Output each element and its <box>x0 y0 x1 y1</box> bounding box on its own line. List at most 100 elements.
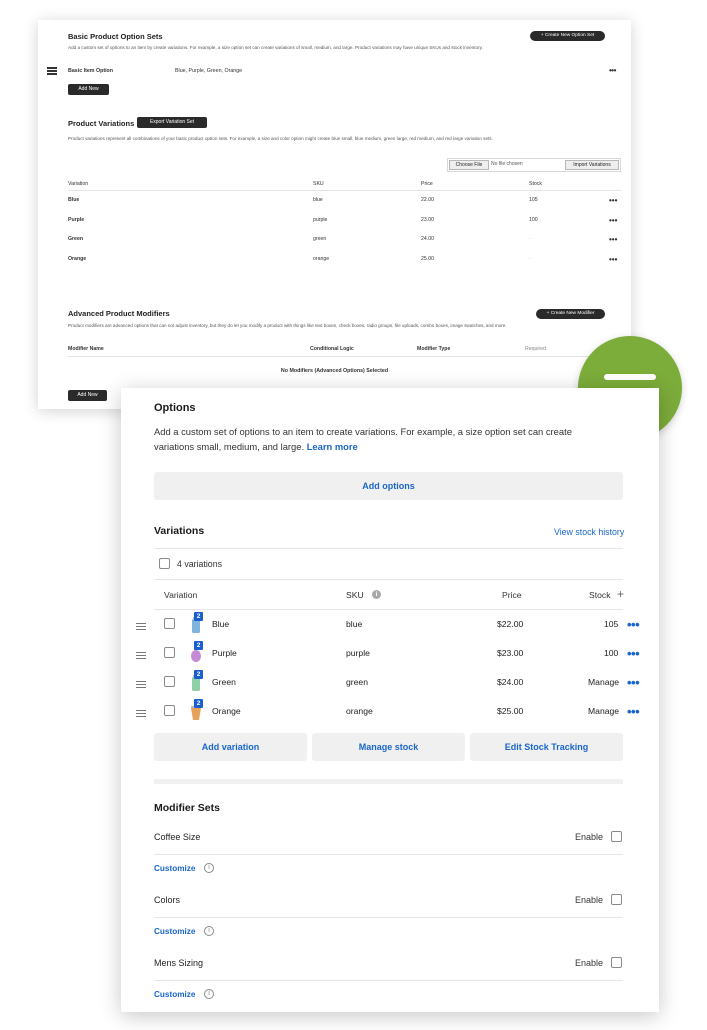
customize-link[interactable]: Customize <box>154 990 195 999</box>
variation-stock-link[interactable]: 100 <box>604 648 618 658</box>
variation-name: Orange <box>68 256 87 262</box>
variation-name-link[interactable]: Purple <box>212 648 237 658</box>
info-icon[interactable]: i <box>204 926 214 936</box>
variation-stock: - <box>529 236 531 242</box>
export-variation-set-button[interactable]: Export Variation Set <box>137 117 207 128</box>
import-variations-button[interactable]: Import Variations <box>565 160 619 170</box>
row-checkbox[interactable] <box>164 705 175 716</box>
table-row[interactable]: Purple purple 23.00 100 ••• <box>68 216 621 237</box>
customize-link[interactable]: Customize <box>154 864 195 873</box>
basic-option-sets-description: Add a custom set of options to an item b… <box>68 45 483 50</box>
create-modifier-button[interactable]: + Create New Modifier <box>536 309 605 319</box>
row-checkbox[interactable] <box>164 618 175 629</box>
drag-handle-icon[interactable] <box>136 652 146 661</box>
info-icon[interactable]: i <box>204 863 214 873</box>
more-options-icon[interactable]: ••• <box>609 196 617 205</box>
more-options-icon[interactable]: ••• <box>609 216 617 225</box>
basic-item-option-values: Blue, Purple, Green, Orange <box>175 68 243 74</box>
more-options-icon[interactable]: ••• <box>609 67 616 75</box>
select-all-checkbox[interactable] <box>159 558 170 569</box>
learn-more-link[interactable]: Learn more <box>307 441 358 452</box>
column-stock: Stock <box>529 181 542 187</box>
section-divider <box>154 779 623 784</box>
variation-sku: purple <box>313 217 328 223</box>
product-thumbnail: 2 <box>188 612 204 635</box>
more-options-icon[interactable]: ••• <box>609 255 617 264</box>
drag-handle-icon[interactable] <box>136 681 146 690</box>
info-icon[interactable]: i <box>204 989 214 999</box>
view-stock-history-link[interactable]: View stock history <box>554 527 624 537</box>
table-row[interactable]: Blue blue 22.00 105 ••• <box>68 196 621 217</box>
add-column-icon[interactable]: + <box>617 587 624 601</box>
no-file-chosen-text: No file chosen <box>491 161 523 167</box>
drag-handle-icon[interactable] <box>136 710 146 719</box>
column-stock: Stock <box>589 590 611 600</box>
quantity-badge: 2 <box>194 699 203 708</box>
row-checkbox[interactable] <box>164 676 175 687</box>
more-options-icon[interactable]: ••• <box>627 705 640 718</box>
more-options-icon[interactable]: ••• <box>627 676 640 689</box>
edit-stock-tracking-button[interactable]: Edit Stock Tracking <box>470 733 623 761</box>
quantity-badge: 2 <box>194 670 203 679</box>
enable-checkbox[interactable] <box>611 957 622 968</box>
add-new-modifier-button[interactable]: Add New <box>68 390 107 401</box>
column-modifier-type: Modifier Type <box>417 346 451 352</box>
variation-sku: blue <box>346 619 363 629</box>
variation-name-link[interactable]: Green <box>212 677 236 687</box>
drag-handle-icon[interactable] <box>47 67 57 75</box>
variation-sku: blue <box>313 197 323 203</box>
add-new-option-button[interactable]: Add New <box>68 84 109 95</box>
manage-stock-button[interactable]: Manage stock <box>312 733 465 761</box>
modifier-set-name: Colors <box>154 895 181 905</box>
column-variation: Variation <box>68 181 89 187</box>
more-options-icon[interactable]: ••• <box>609 235 617 244</box>
table-row[interactable]: Orange orange 25.00 - ••• <box>68 255 621 276</box>
variation-sku: green <box>313 236 327 242</box>
divider <box>154 917 623 918</box>
variation-stock: 100 <box>529 217 538 223</box>
drag-handle-icon[interactable] <box>136 623 146 632</box>
manage-stock-link[interactable]: Manage <box>588 706 619 716</box>
table-row[interactable]: Green green 24.00 - ••• <box>68 235 621 256</box>
variation-price: 24.00 <box>421 236 434 242</box>
enable-checkbox[interactable] <box>611 894 622 905</box>
enable-checkbox[interactable] <box>611 831 622 842</box>
column-required: Required <box>525 346 547 352</box>
options-description: Add a custom set of options to an item t… <box>154 424 594 454</box>
manage-stock-link[interactable]: Manage <box>588 677 619 687</box>
variation-price: 23.00 <box>421 217 434 223</box>
add-variation-button[interactable]: Add variation <box>154 733 307 761</box>
modifier-sets-title: Modifier Sets <box>154 802 220 814</box>
info-icon[interactable]: i <box>372 590 381 599</box>
variation-stock: 105 <box>529 197 538 203</box>
options-title: Options <box>154 402 196 414</box>
more-options-icon[interactable]: ••• <box>627 647 640 660</box>
add-options-button[interactable]: Add options <box>154 472 623 500</box>
variations-title: Variations <box>154 525 205 537</box>
variation-price: $22.00 <box>497 619 524 629</box>
equals-bar <box>604 374 656 380</box>
column-conditional-logic: Conditional Logic <box>310 346 354 352</box>
basic-option-sets-title: Basic Product Option Sets <box>68 32 163 41</box>
enable-label: Enable <box>575 958 604 968</box>
product-thumbnail: 2 <box>188 699 204 722</box>
enable-label: Enable <box>575 832 604 842</box>
column-variation: Variation <box>164 590 198 600</box>
variation-sku: orange <box>313 256 330 262</box>
divider <box>154 980 623 981</box>
divider <box>154 609 623 610</box>
options-description-text: Add a custom set of options to an item t… <box>154 426 572 452</box>
customize-link[interactable]: Customize <box>154 927 195 936</box>
divider <box>154 548 623 549</box>
variation-name-link[interactable]: Orange <box>212 706 241 716</box>
more-options-icon[interactable]: ••• <box>627 618 640 631</box>
choose-file-button[interactable]: Choose File <box>449 160 489 170</box>
variation-name: Green <box>68 236 83 242</box>
variation-sku: green <box>346 677 368 687</box>
create-option-set-button[interactable]: + Create New Option Set <box>530 31 605 41</box>
row-checkbox[interactable] <box>164 647 175 658</box>
variation-name-link[interactable]: Blue <box>212 619 229 629</box>
variation-price: 22.00 <box>421 197 434 203</box>
column-price: Price <box>502 590 522 600</box>
variation-stock-link[interactable]: 105 <box>604 619 618 629</box>
